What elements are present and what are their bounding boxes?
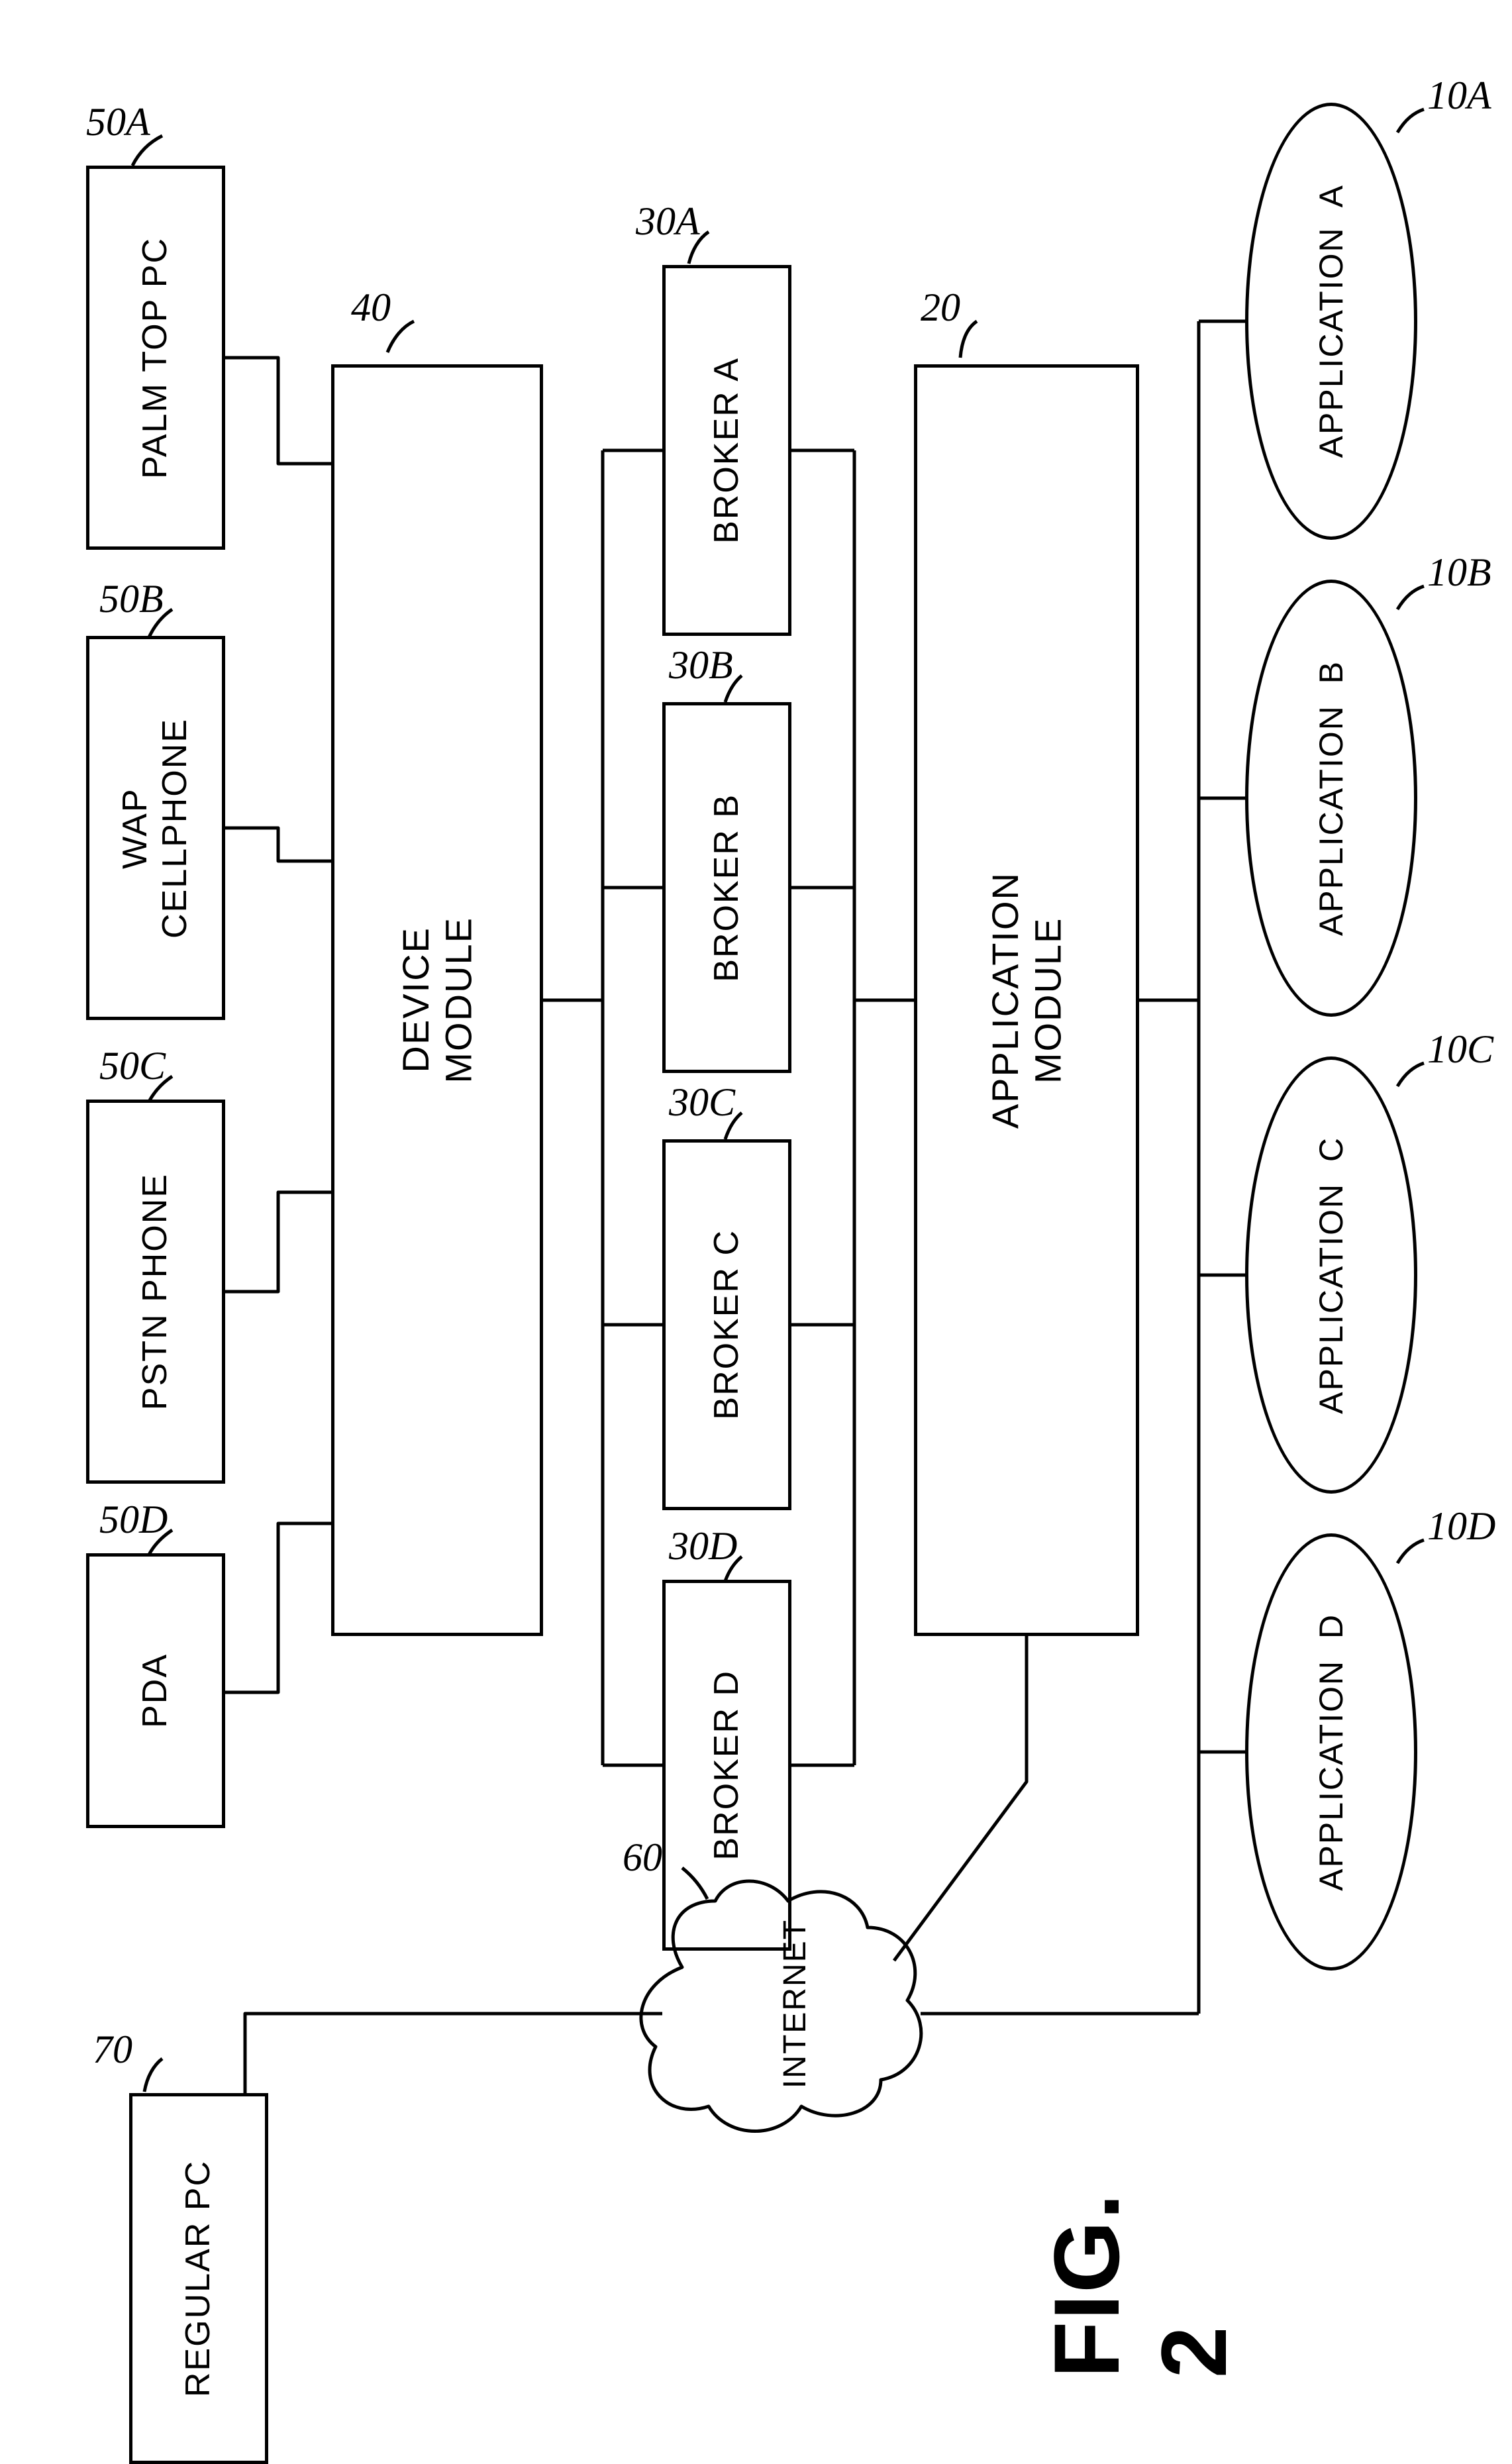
application-module-label: APPLICATION MODULE (984, 872, 1070, 1129)
application-b: APPLICATION B (1245, 580, 1417, 1017)
broker-c: BROKER C (662, 1139, 791, 1510)
application-a-label: APPLICATION A (1312, 184, 1350, 458)
ref-40: 40 (351, 285, 391, 331)
broker-d: BROKER D (662, 1580, 791, 1951)
ref-70: 70 (93, 2027, 132, 2073)
application-b-label: APPLICATION B (1312, 660, 1350, 936)
regular-pc-label: REGULAR PC (179, 2160, 219, 2397)
ref-10b: 10B (1427, 550, 1491, 595)
application-c-label: APPLICATION C (1312, 1137, 1350, 1414)
ref-30c: 30C (669, 1080, 735, 1125)
application-c: APPLICATION C (1245, 1056, 1417, 1494)
device-pstn-phone: PSTN PHONE (86, 1100, 225, 1484)
application-module: APPLICATION MODULE (914, 364, 1139, 1636)
figure-label: FIG. 2 (1033, 2192, 1248, 2378)
internet: INTERNET (682, 1951, 907, 2057)
application-d: APPLICATION D (1245, 1533, 1417, 1971)
ref-50c: 50C (99, 1043, 166, 1089)
ref-50d: 50D (99, 1497, 168, 1543)
ref-30a: 30A (636, 199, 700, 244)
broker-b-label: BROKER B (707, 794, 747, 982)
ref-20: 20 (921, 285, 960, 331)
application-a: APPLICATION A (1245, 103, 1417, 540)
device-pda: PDA (86, 1553, 225, 1828)
ref-60: 60 (623, 1835, 662, 1880)
broker-d-label: BROKER D (707, 1670, 747, 1861)
ref-10d: 10D (1427, 1504, 1495, 1549)
ref-50b: 50B (99, 576, 164, 622)
device-pda-label: PDA (136, 1653, 176, 1728)
device-wap-cellphone-label: WAP CELLPHONE (116, 718, 195, 939)
device-wap-cellphone: WAP CELLPHONE (86, 636, 225, 1020)
ref-50a: 50A (86, 99, 150, 145)
device-palm-top-pc-label: PALM TOP PC (136, 237, 176, 479)
ref-10c: 10C (1427, 1027, 1493, 1072)
broker-a: BROKER A (662, 265, 791, 636)
application-d-label: APPLICATION D (1312, 1614, 1350, 1891)
broker-a-label: BROKER A (707, 357, 747, 544)
device-module: DEVICE MODULE (331, 364, 543, 1636)
broker-c-label: BROKER C (707, 1229, 747, 1420)
device-module-label: DEVICE MODULE (395, 917, 480, 1084)
broker-b: BROKER B (662, 702, 791, 1073)
device-palm-top-pc: PALM TOP PC (86, 166, 225, 550)
internet-label: INTERNET (777, 1919, 813, 2088)
ref-10a: 10A (1427, 73, 1491, 119)
regular-pc: REGULAR PC (129, 2093, 268, 2464)
ref-30d: 30D (669, 1523, 737, 1569)
ref-30b: 30B (669, 642, 733, 688)
device-pstn-phone-label: PSTN PHONE (136, 1173, 176, 1410)
